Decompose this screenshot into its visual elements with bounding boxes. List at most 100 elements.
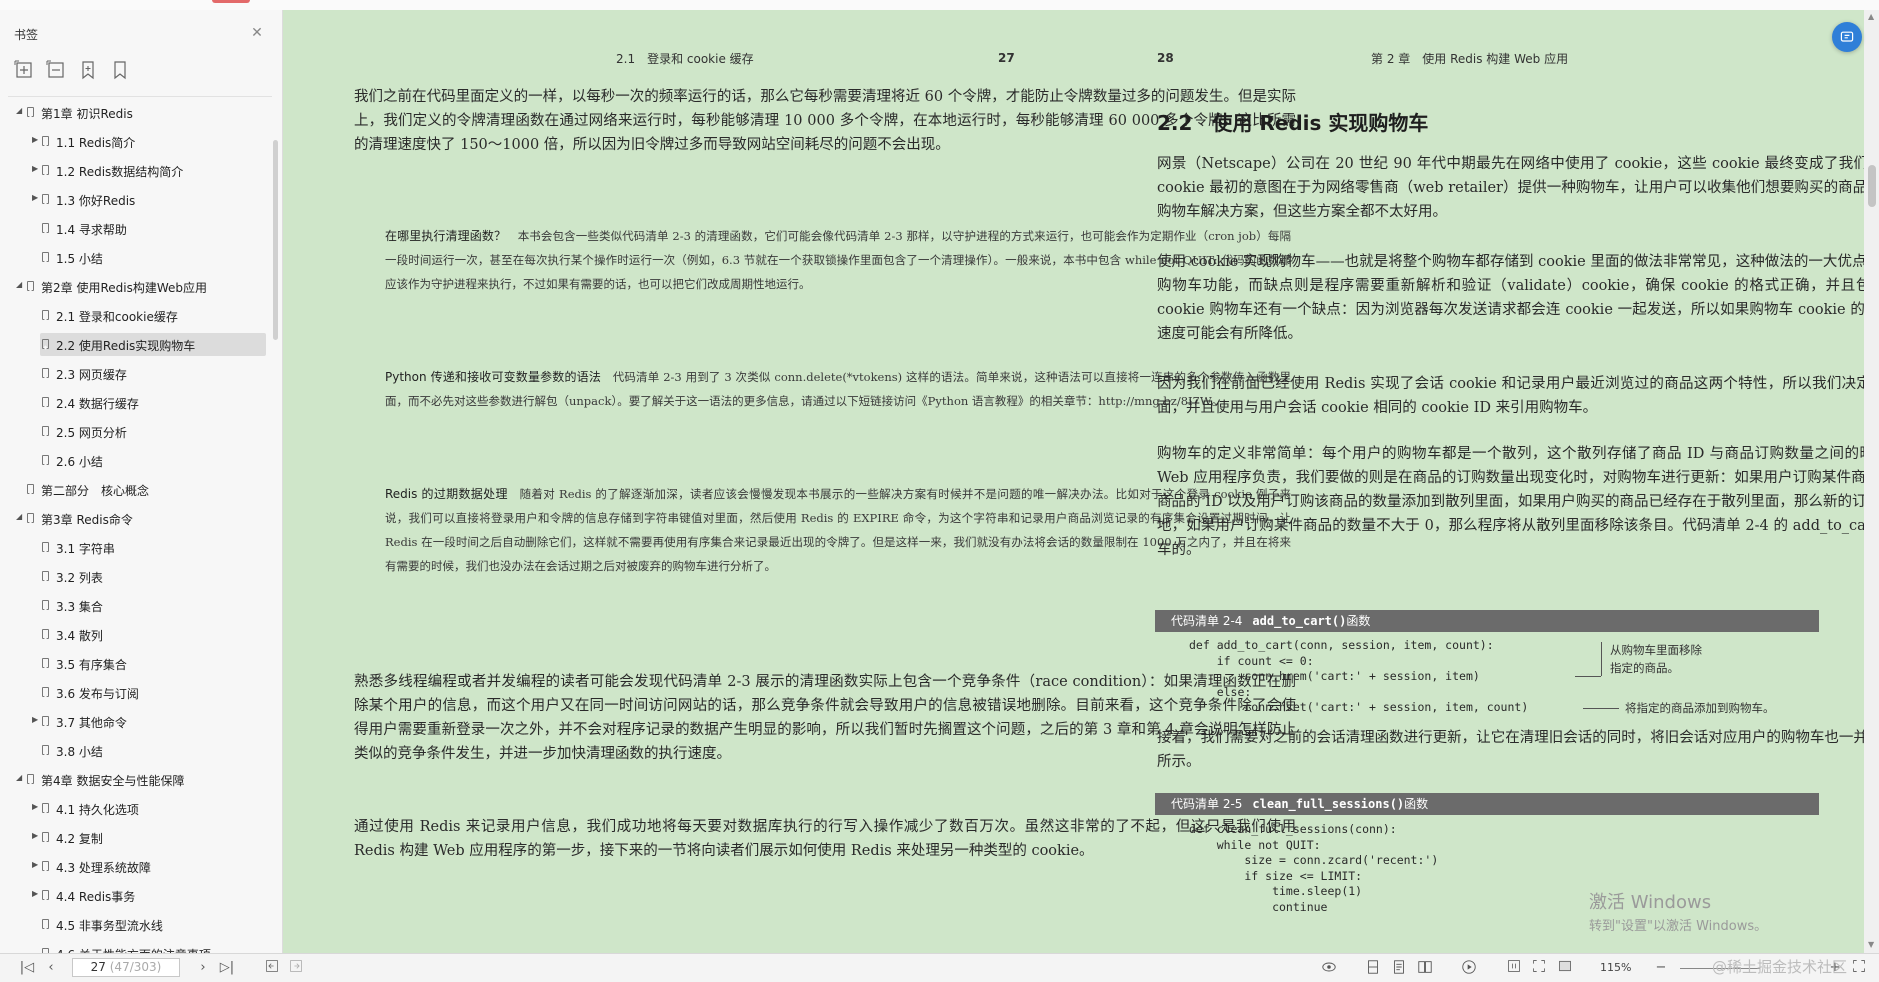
bookmark-label: 4.5 非事务型流水线 [56,919,163,933]
two-page-icon[interactable] [1416,959,1434,977]
bookmark-icon [42,368,49,378]
next-page-icon[interactable]: › [194,959,212,977]
bookmark-item[interactable]: 3.4 散列 [0,620,270,649]
bookmark-item[interactable]: ▶ 4.4 Redis事务 [0,881,270,910]
collapse-arrow-icon[interactable]: ▶ [32,715,38,724]
bookmark-item[interactable]: ▶ 4.3 处理系统故障 [0,852,270,881]
expand-arrow-icon[interactable]: ◢ [16,280,22,289]
first-page-icon[interactable]: |◁ [18,959,36,977]
bookmark-icon [42,716,49,726]
right-paragraph-5: 接着，我们需要对之前的会话清理函数进行更新，让它在清理旧会话的同时，将旧会话对应… [1157,730,1879,770]
annotation-arrow [1583,708,1619,709]
active-tab-indicator[interactable] [212,0,250,3]
scroll-up-icon[interactable]: ▲ [1868,12,1874,21]
bookmark-icon [27,107,34,117]
prev-page-icon[interactable]: ‹ [42,959,60,977]
expand-all-icon[interactable] [14,60,34,80]
bookmark-item[interactable]: 4.5 非事务型流水线 [0,910,270,939]
bookmark-item[interactable]: 2.6 小结 [0,446,270,475]
bookmark-item[interactable]: 2.5 网页分析 [0,417,270,446]
code-annotation-remove: 从购物车里面移除 指定的商品。 [1610,643,1702,675]
forward-icon[interactable] [287,959,305,977]
bookmark-item[interactable]: 3.1 字符串 [0,533,270,562]
bookmark-item[interactable]: 3.6 发布与订阅 [0,678,270,707]
bookmark-label: 2.6 小结 [56,455,103,469]
collapse-arrow-icon[interactable]: ▶ [32,164,38,173]
eye-care-icon[interactable] [1320,959,1338,977]
back-icon[interactable] [263,959,281,977]
sidebar-scrollbar[interactable] [273,140,278,340]
collapse-arrow-icon[interactable]: ▶ [32,889,38,898]
bookmark-item[interactable]: 2.2 使用Redis实现购物车 [0,330,270,359]
bookmark-icon [42,426,49,436]
bookmark-item[interactable]: 2.1 登录和cookie缓存 [0,301,270,330]
bookmark-item[interactable]: ◢ 第1章 初识Redis [0,98,270,127]
bookmark-item[interactable]: ◢ 第3章 Redis命令 [0,504,270,533]
code-listing-title: 代码清单 2-4 add_to_cart()函数 [1155,610,1819,632]
bookmark-icon [42,252,49,262]
bookmark-item[interactable]: ◢ 第4章 数据安全与性能保障 [0,765,270,794]
collapse-all-icon[interactable] [46,60,66,80]
bookmark-item[interactable]: 第二部分 核心概念 [0,475,270,504]
bookmark-item[interactable]: ▶ 4.2 复制 [0,823,270,852]
sidebar-note-expire: Redis 的过期数据处理 随着对 Redis 的了解逐渐加深，读者应该会慢慢发… [385,487,1292,573]
translate-icon[interactable] [1832,22,1862,52]
expand-arrow-icon[interactable]: ◢ [16,106,22,115]
expand-arrow-icon[interactable]: ◢ [16,773,22,782]
play-icon[interactable] [1460,959,1478,977]
bookmarks-panel: 书签 ✕ ◢ 第1章 初识Redis ▶ 1.1 Redis简介 ▶ 1.2 Redis数… [0,10,283,953]
bookmark-item[interactable]: 3.3 集合 [0,591,270,620]
bookmark-item[interactable]: ▶ 1.1 Redis简介 [0,127,270,156]
bookmark-item[interactable]: ▶ 1.3 你好Redis [0,185,270,214]
bookmark-item[interactable]: ◢ 第2章 使用Redis构建Web应用 [0,272,270,301]
scroll-down-icon[interactable]: ▼ [1868,940,1874,949]
bookmark-icon[interactable] [110,60,130,80]
add-bookmark-icon[interactable] [78,60,98,80]
bookmark-label: 1.1 Redis简介 [56,136,136,150]
collapse-arrow-icon[interactable]: ▶ [32,193,38,202]
bookmark-icon [42,571,49,581]
code-annotation-add: 将指定的商品添加到购物车。 [1625,701,1775,715]
bookmark-icon [42,745,49,755]
collapse-arrow-icon[interactable]: ▶ [32,831,38,840]
last-page-icon[interactable]: ▷| [218,959,236,977]
bookmark-tree: ◢ 第1章 初识Redis ▶ 1.1 Redis简介 ▶ 1.2 Redis数据结构简介… [0,98,270,953]
bookmark-item[interactable]: 2.3 网页缓存 [0,359,270,388]
zoom-level[interactable]: 115% [1600,961,1631,974]
fullscreen-icon[interactable] [1850,959,1868,977]
bookmark-item[interactable]: 2.4 数据行缓存 [0,388,270,417]
bookmarks-header: 书签 ✕ [0,10,282,50]
single-page-icon[interactable] [1390,959,1408,977]
bookmark-item[interactable]: 3.2 列表 [0,562,270,591]
page-number-input[interactable]: 27 (47/303) [72,958,180,977]
collapse-arrow-icon[interactable]: ▶ [32,135,38,144]
zoom-out-icon[interactable]: − [1652,959,1670,977]
close-icon[interactable]: ✕ [250,26,264,40]
bookmark-icon [42,629,49,639]
expand-arrow-icon[interactable]: ◢ [16,512,22,521]
continuous-view-icon[interactable] [1364,959,1382,977]
site-watermark: @稀土掘金技术社区 [1712,958,1848,976]
fit-page-icon[interactable] [1530,959,1548,977]
fit-width-icon[interactable] [1556,959,1574,977]
bookmark-label: 3.2 列表 [56,571,103,585]
vertical-scrollbar[interactable]: ▲ ▼ [1864,10,1879,953]
bookmark-item[interactable]: ▶ 1.2 Redis数据结构简介 [0,156,270,185]
bookmark-item[interactable]: 1.4 寻求帮助 [0,214,270,243]
bookmark-item[interactable]: ▶ 4.1 持久化选项 [0,794,270,823]
bookmark-item[interactable]: 1.5 小结 [0,243,270,272]
bookmark-icon [42,861,49,871]
section-heading: 2.2 使用 Redis 实现购物车 [1157,111,1429,135]
collapse-arrow-icon[interactable]: ▶ [32,802,38,811]
bookmark-item[interactable]: 3.5 有序集合 [0,649,270,678]
bookmark-item[interactable]: 4.6 关于性能方面的注意事项 [0,939,270,953]
left-paragraph-3: 通过使用 Redis 来记录用户信息，我们成功地将每天要对数据库执行的行写入操作… [354,819,1296,859]
actual-size-icon[interactable] [1505,959,1523,977]
left-paragraph-1: 我们之前在代码里面定义的一样，以每秒一次的频率运行的话，那么它每秒需要清理将近 … [354,89,1296,153]
bookmark-item[interactable]: ▶ 3.7 其他命令 [0,707,270,736]
scrollbar-thumb[interactable] [1868,165,1876,207]
bookmark-icon [42,223,49,233]
bookmark-item[interactable]: 3.8 小结 [0,736,270,765]
bookmark-icon [42,339,49,349]
collapse-arrow-icon[interactable]: ▶ [32,860,38,869]
